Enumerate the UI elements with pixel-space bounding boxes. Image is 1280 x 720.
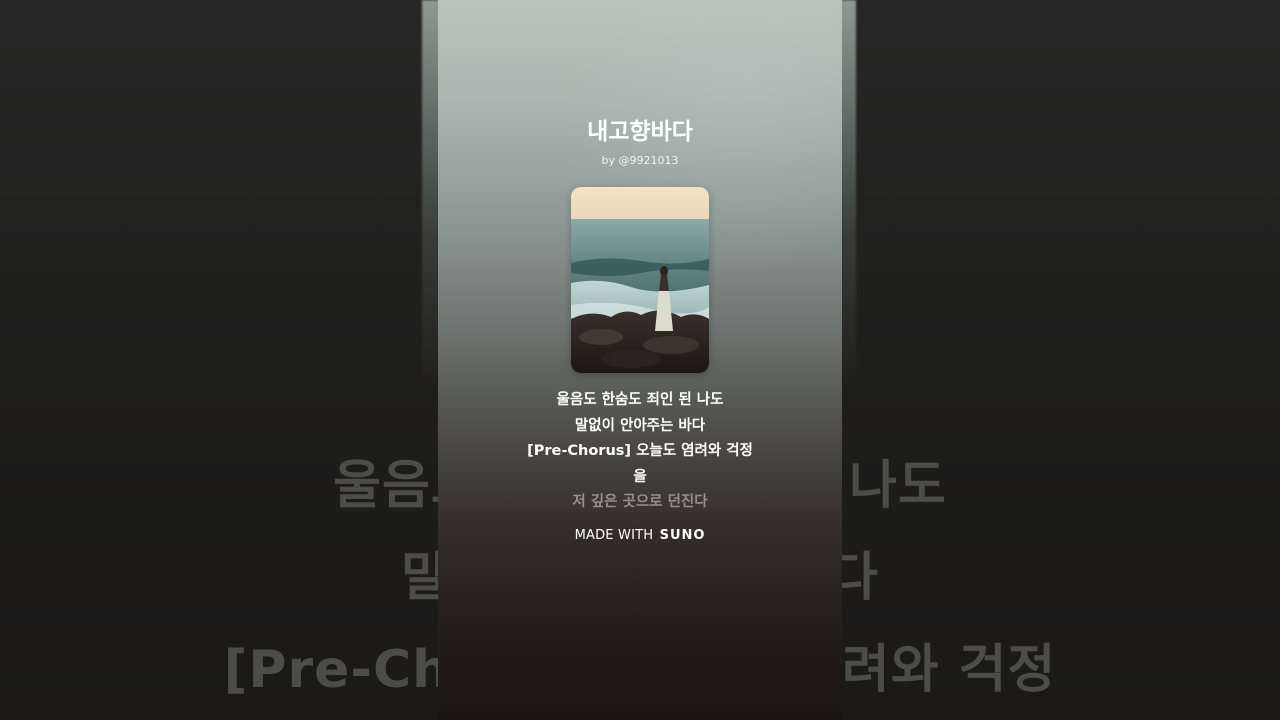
video-frame: 울음도 한숨도 죄인 된 나도 말없이 안아주는 바다 [Pre-Chorus]… — [0, 0, 1280, 720]
song-artist: by @9921013 — [601, 154, 679, 167]
lyric-line: 을 — [633, 468, 647, 485]
seaside-woman-cover-icon — [571, 187, 709, 373]
lyric-video-panel: 내고향바다 by @9921013 울음도 한숨도 죄인 된 나도 말없이 안아… — [438, 0, 842, 720]
lyrics-block: 울음도 한숨도 죄인 된 나도 말없이 안아주는 바다 [Pre-Chorus]… — [438, 388, 842, 516]
lyric-line: [Pre-Chorus] 오늘도 염려와 걱정 — [527, 443, 753, 459]
suno-logo-text: SUNO — [659, 528, 706, 543]
lyric-line: 말없이 안아주는 바다 — [574, 417, 706, 434]
made-with-suno-badge: MADE WITH SUNO — [438, 528, 842, 543]
cover-art-image — [571, 187, 709, 373]
lyric-line-upcoming: 저 깊은 곳으로 던진다 — [572, 494, 708, 510]
made-with-label: MADE WITH — [574, 528, 654, 543]
song-title: 내고향바다 — [587, 119, 693, 145]
lyric-line: 울음도 한숨도 죄인 된 나도 — [556, 392, 724, 408]
